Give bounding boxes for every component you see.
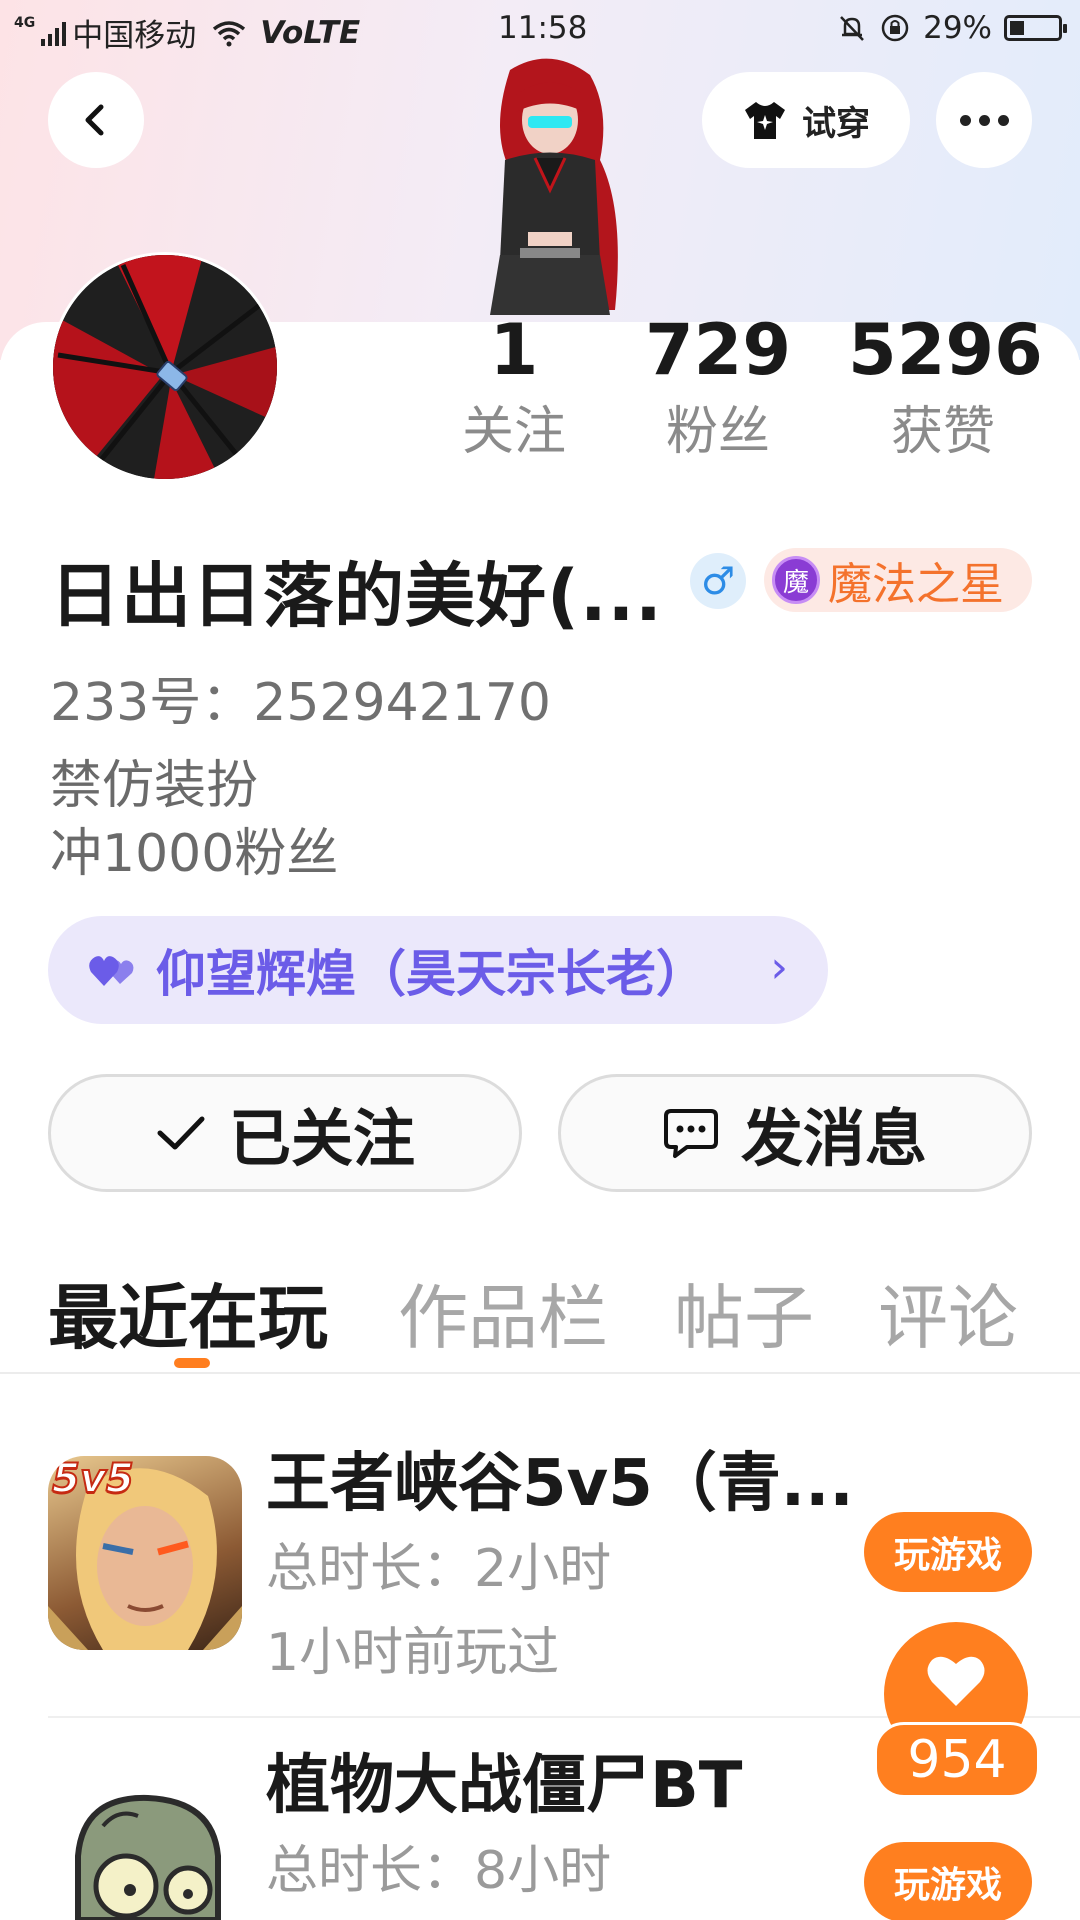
message-button[interactable]: 发消息 — [558, 1074, 1032, 1192]
floating-like-button[interactable]: 954 — [874, 1622, 1040, 1802]
chat-bubble-icon — [663, 1109, 718, 1158]
title-pill[interactable]: 仰望辉煌（昊天宗长老） › — [48, 916, 828, 1024]
game-icon-badge: 5v5 — [51, 1456, 135, 1503]
battery-icon — [1004, 15, 1067, 41]
divider — [0, 1372, 1080, 1374]
game-icon: 5v5 — [48, 1456, 242, 1650]
stat-fans-label: 粉丝 — [665, 402, 770, 462]
game-last-played: 1小时前玩过 — [266, 1623, 560, 1683]
avatar[interactable] — [50, 252, 280, 482]
carrier-name: 中国移动 — [72, 18, 197, 54]
game-title: 王者峡谷5v5（青... — [266, 1447, 854, 1521]
tab-works[interactable]: 作品栏 — [398, 1262, 608, 1363]
level-badge[interactable]: 魔 魔法之星 — [764, 548, 1032, 612]
try-on-label: 试穿 — [802, 103, 870, 144]
game-icon — [48, 1786, 242, 1920]
level-badge-label: 魔法之星 — [828, 559, 1004, 610]
following-button-label: 已关注 — [228, 1102, 415, 1175]
message-button-label: 发消息 — [740, 1102, 927, 1175]
play-game-button[interactable]: 玩游戏 — [864, 1512, 1032, 1592]
like-count: 954 — [874, 1722, 1040, 1798]
user-id: 233号：252942170 — [50, 673, 552, 733]
bio-line: 禁仿装扮 — [50, 756, 259, 816]
battery-percent: 29% — [923, 10, 992, 46]
title-pill-label: 仰望辉煌（昊天宗长老） — [156, 945, 706, 1003]
stat-fans[interactable]: 729 粉丝 — [640, 312, 796, 462]
gender-male-icon: ♂ — [690, 553, 746, 609]
stat-likes-label: 获赞 — [890, 402, 995, 462]
content-tabs: 最近在玩 作品栏 帖子 评论 — [0, 1262, 1080, 1372]
wifi-icon — [213, 20, 246, 46]
zombie-icon-art — [75, 1794, 221, 1920]
back-button[interactable] — [48, 72, 144, 168]
chevron-left-icon — [85, 104, 104, 136]
tab-recently-played[interactable]: 最近在玩 — [48, 1262, 328, 1363]
network-type: 4G — [14, 14, 36, 31]
signal-icon — [41, 20, 67, 46]
stat-likes-count: 5296 — [848, 309, 1043, 391]
game-total-time: 总时长：2小时 — [266, 1539, 612, 1599]
mute-bell-icon — [840, 16, 864, 41]
active-tab-indicator — [174, 1358, 210, 1368]
shirt-icon — [745, 102, 785, 139]
profile-name: 日出日落的美好(... — [50, 555, 663, 637]
following-button[interactable]: 已关注 — [48, 1074, 522, 1192]
double-heart-icon — [89, 956, 134, 986]
tab-posts[interactable]: 帖子 — [674, 1262, 814, 1363]
avatar-image — [53, 255, 277, 479]
status-time: 11:58 — [498, 10, 588, 46]
heart-icon — [927, 1656, 985, 1706]
more-options-button[interactable] — [936, 72, 1032, 168]
stat-following[interactable]: 1 关注 — [454, 312, 574, 462]
chevron-right-icon: › — [770, 942, 788, 993]
bio: 禁仿装扮 冲1000粉丝 — [50, 752, 338, 888]
check-icon — [157, 1116, 205, 1150]
try-on-button[interactable]: 试穿 — [702, 72, 910, 168]
stat-likes[interactable]: 5296 获赞 — [848, 309, 1043, 462]
bio-line: 冲1000粉丝 — [50, 824, 339, 884]
stat-fans-count: 729 — [644, 309, 792, 391]
rotation-lock-icon — [881, 14, 909, 42]
tab-comments[interactable]: 评论 — [878, 1262, 1018, 1363]
volte-indicator: VoLTE — [260, 14, 361, 51]
game-total-time: 总时长：8小时 — [266, 1841, 612, 1901]
stat-following-count: 1 — [489, 309, 539, 391]
stat-following-label: 关注 — [461, 402, 566, 462]
play-game-button[interactable]: 玩游戏 — [864, 1842, 1032, 1920]
magic-star-icon: 魔 — [772, 556, 820, 604]
avatar-character-image — [490, 58, 618, 315]
status-bar: 4G 中国移动 VoLTE 11:58 29% — [0, 0, 1080, 56]
more-dots-icon — [959, 114, 1009, 126]
game-title: 植物大战僵尸BT — [266, 1749, 743, 1823]
